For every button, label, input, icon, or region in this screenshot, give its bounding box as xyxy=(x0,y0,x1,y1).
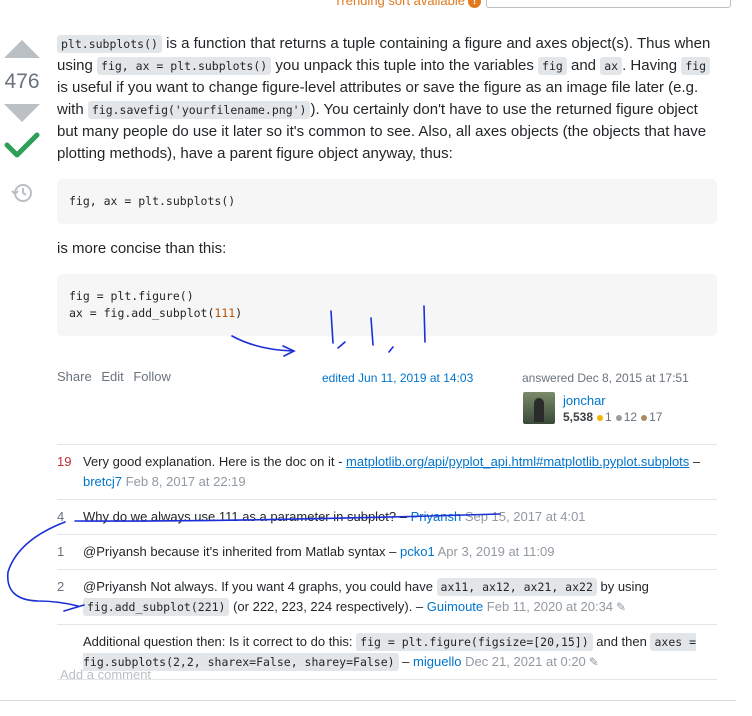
answered-date: answered Dec 8, 2015 at 17:51 xyxy=(522,371,689,385)
accepted-checkmark-icon xyxy=(4,132,40,158)
downvote-arrow-icon[interactable] xyxy=(4,104,40,122)
top-bar: Trending sort available! xyxy=(0,0,752,14)
follow-link[interactable]: Follow xyxy=(133,369,171,384)
comment-score: 2 xyxy=(57,579,65,594)
vote-cell: 476 xyxy=(0,40,44,208)
comment-score xyxy=(57,632,83,672)
comment: Additional question then: Is it correct … xyxy=(57,624,717,679)
answer-body: plt.subplots() is a function that return… xyxy=(57,33,717,350)
code-block: fig = plt.figure() ax = fig.add_subplot(… xyxy=(57,274,717,336)
comments-list: 19 Very good explanation. Here is the do… xyxy=(57,444,717,680)
share-link[interactable]: Share xyxy=(57,369,92,384)
pencil-icon: ✎ xyxy=(616,600,627,614)
comment-score: 19 xyxy=(57,454,72,469)
avatar[interactable] xyxy=(523,392,555,424)
user-reputation: 5,538 1 12 17 xyxy=(563,410,663,424)
pencil-icon: ✎ xyxy=(588,655,599,669)
edit-link[interactable]: Edit xyxy=(101,369,123,384)
inline-code: fig xyxy=(538,57,567,75)
inline-code: fig.savefig('yourfilename.png') xyxy=(87,101,311,119)
inline-code: fig, ax = plt.subplots() xyxy=(97,57,272,75)
inline-code: fig xyxy=(681,57,711,75)
comment-body: @Priyansh because it's inherited from Ma… xyxy=(83,544,555,559)
inline-code: ax11, ax12, ax21, ax22 xyxy=(436,578,597,596)
comment-user[interactable]: bretcj7 xyxy=(83,474,122,489)
comment-body: Additional question then: Is it correct … xyxy=(83,633,697,671)
comment-user[interactable]: Priyansh xyxy=(411,509,462,524)
comment-link[interactable]: matplotlib.org/api/pyplot_api.html#matpl… xyxy=(346,454,689,469)
edited-link[interactable]: edited Jun 11, 2019 at 14:03 xyxy=(322,371,473,385)
comments-divider xyxy=(57,679,717,680)
sort-select[interactable] xyxy=(486,0,731,8)
comment-user[interactable]: pcko1 xyxy=(400,544,435,559)
trending-sort-notice: Trending sort available! xyxy=(334,0,481,9)
answer-paragraph: plt.subplots() is a function that return… xyxy=(57,35,711,162)
code-block: fig, ax = plt.subplots() xyxy=(57,179,717,224)
divider xyxy=(0,700,736,701)
user-name-link[interactable]: jonchar xyxy=(563,393,606,408)
comment: 1 @Priyansh because it's inherited from … xyxy=(57,534,717,569)
gold-badge-icon xyxy=(597,414,604,421)
vote-count: 476 xyxy=(4,70,40,93)
comment: 4 Why do we always use 111 as a paramete… xyxy=(57,499,717,534)
comment-body: @Priyansh Not always. If you want 4 grap… xyxy=(83,578,649,616)
comment-date[interactable]: Apr 3, 2019 at 11:09 xyxy=(438,544,555,559)
comment-user[interactable]: miguello xyxy=(413,654,461,669)
answer-paragraph: is more concise than this: xyxy=(57,240,227,257)
comment-score: 1 xyxy=(57,544,65,559)
inline-code: ax xyxy=(600,57,623,75)
upvote-arrow-icon[interactable] xyxy=(4,40,40,58)
info-icon[interactable]: ! xyxy=(468,0,481,9)
comment-date[interactable]: Feb 8, 2017 at 22:19 xyxy=(126,474,246,489)
inline-code: fig.add_subplot(221) xyxy=(83,598,230,616)
comment-score: 4 xyxy=(57,509,65,524)
history-icon[interactable] xyxy=(11,182,33,204)
comment-date[interactable]: Feb 11, 2020 at 20:34 xyxy=(487,599,613,614)
post-menu: Share Edit Follow xyxy=(57,369,177,384)
comment-body: Very good explanation. Here is the doc o… xyxy=(83,454,701,489)
comment-user[interactable]: Guimoute xyxy=(427,599,483,614)
inline-code: plt.subplots() xyxy=(57,35,162,53)
comment: 19 Very good explanation. Here is the do… xyxy=(57,444,717,499)
silver-badge-icon xyxy=(615,414,622,421)
comment-body: Why do we always use 111 as a parameter … xyxy=(83,509,586,524)
bronze-badge-icon xyxy=(641,414,648,421)
comment-date[interactable]: Dec 21, 2021 at 0:20 xyxy=(465,654,586,669)
inline-code: fig = plt.figure(figsize=[20,15]) xyxy=(356,633,593,651)
add-comment-link[interactable]: Add a comment xyxy=(60,667,151,682)
comment-date[interactable]: Sep 15, 2017 at 4:01 xyxy=(465,509,586,524)
comment: 2 @Priyansh Not always. If you want 4 gr… xyxy=(57,569,717,624)
